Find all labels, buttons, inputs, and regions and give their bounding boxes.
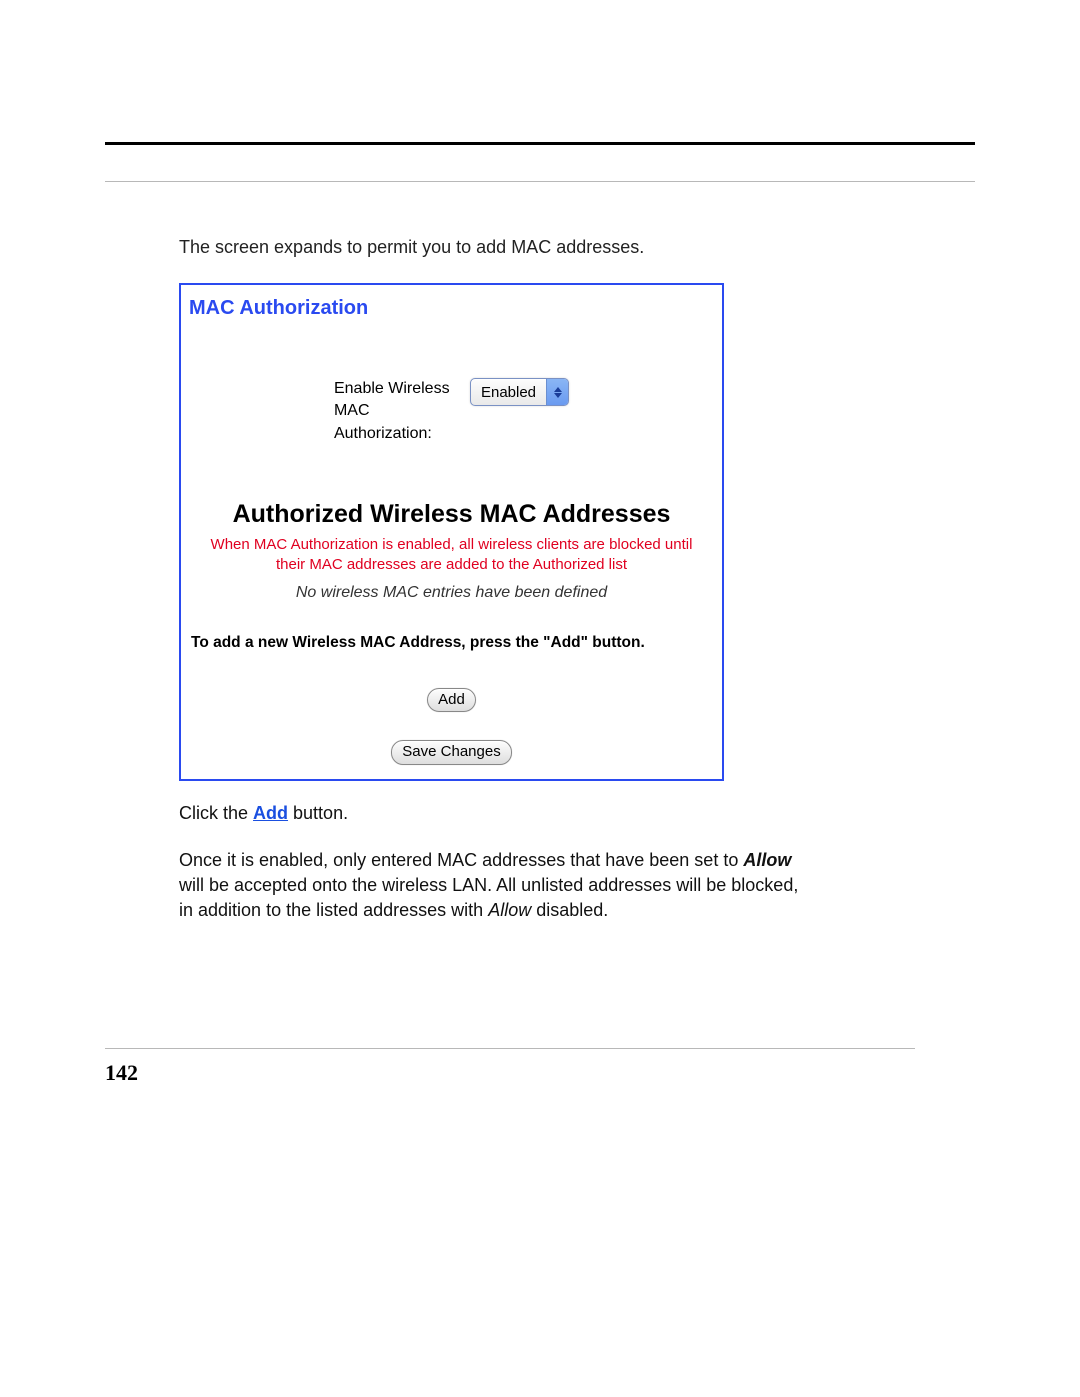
footer-rule — [105, 1048, 915, 1049]
para-seg-1: Once it is enabled, only entered MAC add… — [179, 850, 743, 870]
allow-emphasis-2: Allow — [488, 900, 531, 920]
top-thick-rule — [105, 142, 975, 145]
click-add-line: Click the Add button. — [179, 803, 809, 824]
authorized-section-title: Authorized Wireless MAC Addresses — [189, 500, 714, 529]
add-instruction: To add a new Wireless MAC Address, press… — [181, 634, 722, 652]
select-stepper-icon — [546, 379, 568, 405]
authorization-warning: When MAC Authorization is enabled, all w… — [201, 535, 702, 576]
enable-label: Enable Wireless MAC Authorization: — [334, 378, 454, 445]
enable-row: Enable Wireless MAC Authorization: Enabl… — [181, 378, 722, 445]
enable-select[interactable]: Enabled — [470, 378, 569, 406]
page-number: 142 — [105, 1060, 138, 1086]
add-link[interactable]: Add — [253, 803, 288, 823]
explanation-paragraph: Once it is enabled, only entered MAC add… — [179, 848, 809, 924]
top-thin-rule — [105, 181, 975, 182]
intro-text: The screen expands to permit you to add … — [179, 237, 975, 258]
click-suffix: button. — [288, 803, 348, 823]
para-seg-3: disabled. — [531, 900, 608, 920]
click-prefix: Click the — [179, 803, 253, 823]
save-changes-button[interactable]: Save Changes — [391, 740, 511, 765]
allow-emphasis-1: Allow — [743, 850, 791, 870]
add-button[interactable]: Add — [427, 688, 476, 713]
no-entries-message: No wireless MAC entries have been define… — [181, 584, 722, 602]
enable-select-value: Enabled — [471, 384, 546, 401]
panel-title: MAC Authorization — [181, 285, 722, 328]
mac-authorization-panel: MAC Authorization Enable Wireless MAC Au… — [179, 283, 724, 781]
